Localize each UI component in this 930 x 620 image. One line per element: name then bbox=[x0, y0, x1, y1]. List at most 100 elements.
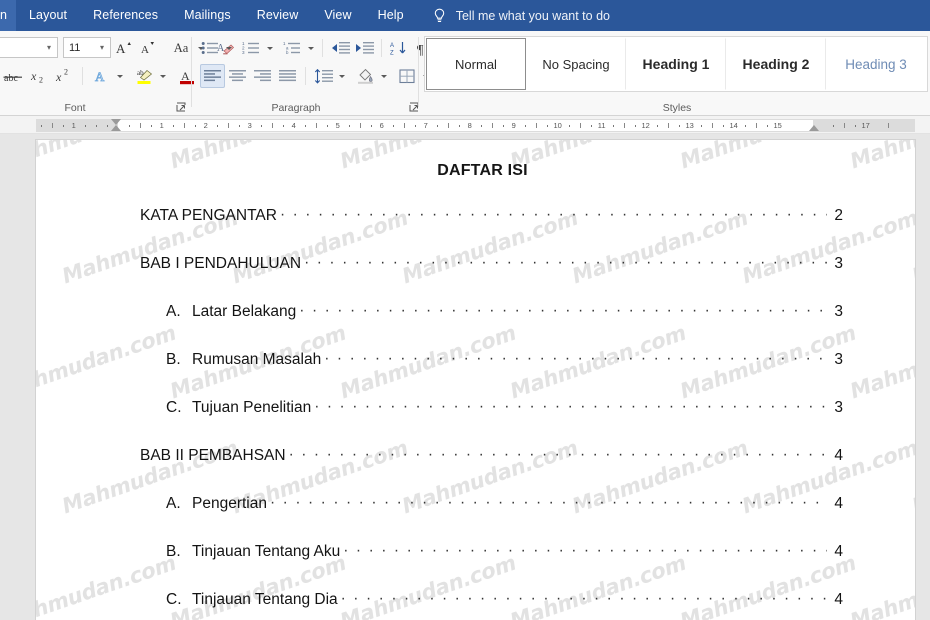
table-of-contents[interactable]: KATA PENGANTAR · · · · · · · · · · · · · … bbox=[140, 206, 843, 620]
decrease-indent-icon[interactable] bbox=[328, 36, 352, 60]
toc-entry-label[interactable]: Tinjauan Tentang Dia bbox=[192, 591, 338, 609]
tell-me-search[interactable]: Tell me what you want to do bbox=[431, 0, 620, 31]
style-heading-3[interactable]: Heading 3 bbox=[826, 38, 926, 90]
text-effects-caret[interactable] bbox=[113, 64, 126, 88]
multilevel-list-icon[interactable]: 1 a b bbox=[280, 36, 304, 60]
increase-indent-icon[interactable] bbox=[352, 36, 376, 60]
line-spacing-caret[interactable] bbox=[335, 64, 348, 88]
toc-entry[interactable]: B. Rumusan Masalah · · · · · · · · · · · ·… bbox=[140, 350, 843, 399]
ruler-track[interactable]: 2112345678910111213141517 bbox=[36, 119, 915, 132]
horizontal-ruler[interactable]: 2112345678910111213141517 bbox=[0, 116, 930, 134]
ruler-dot bbox=[348, 125, 351, 127]
hanging-indent-marker[interactable] bbox=[111, 125, 121, 131]
toc-entry-label[interactable]: Rumusan Masalah bbox=[192, 351, 321, 369]
toc-entry[interactable]: KATA PENGANTAR · · · · · · · · · · · · · … bbox=[140, 206, 843, 255]
font-name-caret[interactable]: ▾ bbox=[43, 43, 55, 52]
ribbon-tab-references[interactable]: References bbox=[80, 0, 171, 31]
ruler-number: 2 bbox=[36, 121, 37, 130]
ruler-number: 7 bbox=[423, 121, 428, 130]
ruler-half-tick bbox=[183, 123, 185, 128]
svg-text:b: b bbox=[286, 50, 289, 55]
ruler-half-tick bbox=[579, 123, 581, 128]
toc-entry[interactable]: A. Pengertian · · · · · · · · · · · · · · … bbox=[140, 494, 843, 543]
ribbon-tab-review[interactable]: Review bbox=[244, 0, 312, 31]
toc-entry[interactable]: A. Latar Belakang · · · · · · · · · · · · … bbox=[140, 302, 843, 351]
style-heading-2[interactable]: Heading 2 bbox=[726, 38, 826, 90]
toc-entry[interactable]: C. Tujuan Penelitian · · · · · · · · · · ·… bbox=[140, 398, 843, 447]
text-highlight-icon[interactable]: ab bbox=[132, 64, 156, 88]
svg-text:2: 2 bbox=[39, 76, 43, 85]
toc-entry-label[interactable]: BAB I PENDAHULUAN bbox=[140, 255, 301, 273]
toc-entry[interactable]: BAB II PEMBAHSAN · · · · · · · · · · · · … bbox=[140, 446, 843, 495]
ruler-number: 8 bbox=[467, 121, 472, 130]
ribbon-group-font: ▾ 11 ▾ A A Aa A abc x 2 x 2 A ab A Font bbox=[0, 31, 235, 116]
line-spacing-icon[interactable] bbox=[311, 64, 335, 88]
document-page[interactable]: Mahmudan.com Mahmudan.com Mahmudan.com Mahm… bbox=[36, 140, 915, 620]
grow-font-icon[interactable]: A bbox=[112, 36, 136, 60]
multilevel-list-caret[interactable] bbox=[304, 36, 317, 60]
ruler-half-tick bbox=[887, 123, 889, 128]
sort-icon[interactable]: A Z bbox=[387, 36, 411, 60]
font-dialog-launcher[interactable] bbox=[176, 102, 187, 113]
align-right-icon[interactable] bbox=[250, 64, 275, 88]
toc-page-number: 3 bbox=[834, 303, 843, 320]
ribbon-tab-help[interactable]: Help bbox=[365, 0, 417, 31]
toc-entry-marker: B. bbox=[166, 543, 181, 560]
page-title: DAFTAR ISI bbox=[437, 162, 528, 179]
strikethrough-icon[interactable]: abc bbox=[0, 64, 26, 88]
ruler-number: 5 bbox=[335, 121, 340, 130]
superscript-icon[interactable]: x 2 bbox=[51, 64, 76, 88]
font-name-combo[interactable]: ▾ bbox=[0, 37, 58, 58]
document-canvas[interactable]: Mahmudan.com Mahmudan.com Mahmudan.com Mahm… bbox=[0, 135, 930, 620]
ruler-half-tick bbox=[535, 123, 537, 128]
text-effects-icon[interactable]: A bbox=[89, 64, 113, 88]
style-no-spacing[interactable]: No Spacing bbox=[526, 38, 626, 90]
align-center-icon[interactable] bbox=[225, 64, 250, 88]
ruler-dot bbox=[326, 125, 329, 127]
toc-entry-label[interactable]: Tinjauan Tentang Aku bbox=[192, 543, 340, 561]
numbering-icon[interactable]: 1 2 3 bbox=[239, 36, 263, 60]
ribbon-tab-mailings[interactable]: Mailings bbox=[171, 0, 244, 31]
bullets-icon[interactable] bbox=[198, 36, 222, 60]
numbering-caret[interactable] bbox=[263, 36, 276, 60]
toc-entry-label[interactable]: Tujuan Penelitian bbox=[192, 399, 311, 417]
toc-dot-leader: · · · · · · · · · · · · · · · · · · · · … bbox=[314, 398, 827, 415]
ruler-dot bbox=[392, 125, 395, 127]
ruler-number: 6 bbox=[379, 121, 384, 130]
ruler-dot bbox=[832, 125, 835, 127]
toc-entry-label[interactable]: KATA PENGANTAR bbox=[140, 207, 277, 225]
shrink-font-icon[interactable]: A bbox=[136, 36, 160, 60]
style-heading-1[interactable]: Heading 1 bbox=[626, 38, 726, 90]
justify-icon[interactable] bbox=[275, 64, 300, 88]
toc-entry-label[interactable]: BAB II PEMBAHSAN bbox=[140, 447, 286, 465]
ruler-dot bbox=[612, 125, 615, 127]
ruler-number: 13 bbox=[685, 121, 694, 130]
borders-icon[interactable] bbox=[395, 64, 419, 88]
ruler-dot bbox=[656, 125, 659, 127]
shading-caret[interactable] bbox=[377, 64, 390, 88]
bullets-caret[interactable] bbox=[222, 36, 235, 60]
ruler-dot bbox=[854, 125, 857, 127]
toc-entry[interactable]: BAB I PENDAHULUAN · · · · · · · · · · · ·… bbox=[140, 254, 843, 303]
ruler-half-tick bbox=[623, 123, 625, 128]
text-highlight-caret[interactable] bbox=[156, 64, 169, 88]
document-content[interactable]: DAFTAR ISI KATA PENGANTAR · · · · · · · ·… bbox=[36, 140, 915, 620]
toc-entry[interactable]: C. Tinjauan Tentang Dia · · · · · · · · · … bbox=[140, 590, 843, 620]
ribbon-tab-view[interactable]: View bbox=[311, 0, 364, 31]
ruler-dot bbox=[590, 125, 593, 127]
styles-gallery[interactable]: Normal No Spacing Heading 1 Heading 2 Headin… bbox=[424, 36, 928, 92]
subscript-icon[interactable]: x 2 bbox=[26, 64, 51, 88]
toc-entry-label[interactable]: Latar Belakang bbox=[192, 303, 296, 321]
right-indent-marker[interactable] bbox=[809, 125, 819, 131]
style-normal[interactable]: Normal bbox=[426, 38, 526, 90]
ribbon-home-content: ▾ 11 ▾ A A Aa A abc x 2 x 2 A ab A Font … bbox=[0, 31, 930, 116]
ribbon-tab-n[interactable]: n bbox=[0, 0, 16, 31]
align-left-icon[interactable] bbox=[200, 64, 225, 88]
shading-icon[interactable] bbox=[353, 64, 377, 88]
toc-entry[interactable]: B. Tinjauan Tentang Aku · · · · · · · · · … bbox=[140, 542, 843, 591]
font-size-caret[interactable]: ▾ bbox=[96, 43, 108, 52]
ribbon-group-styles: Normal No Spacing Heading 1 Heading 2 Headin… bbox=[424, 31, 930, 116]
font-size-combo[interactable]: 11 ▾ bbox=[63, 37, 111, 58]
ribbon-tab-layout[interactable]: Layout bbox=[16, 0, 80, 31]
toc-entry-label[interactable]: Pengertian bbox=[192, 495, 267, 513]
